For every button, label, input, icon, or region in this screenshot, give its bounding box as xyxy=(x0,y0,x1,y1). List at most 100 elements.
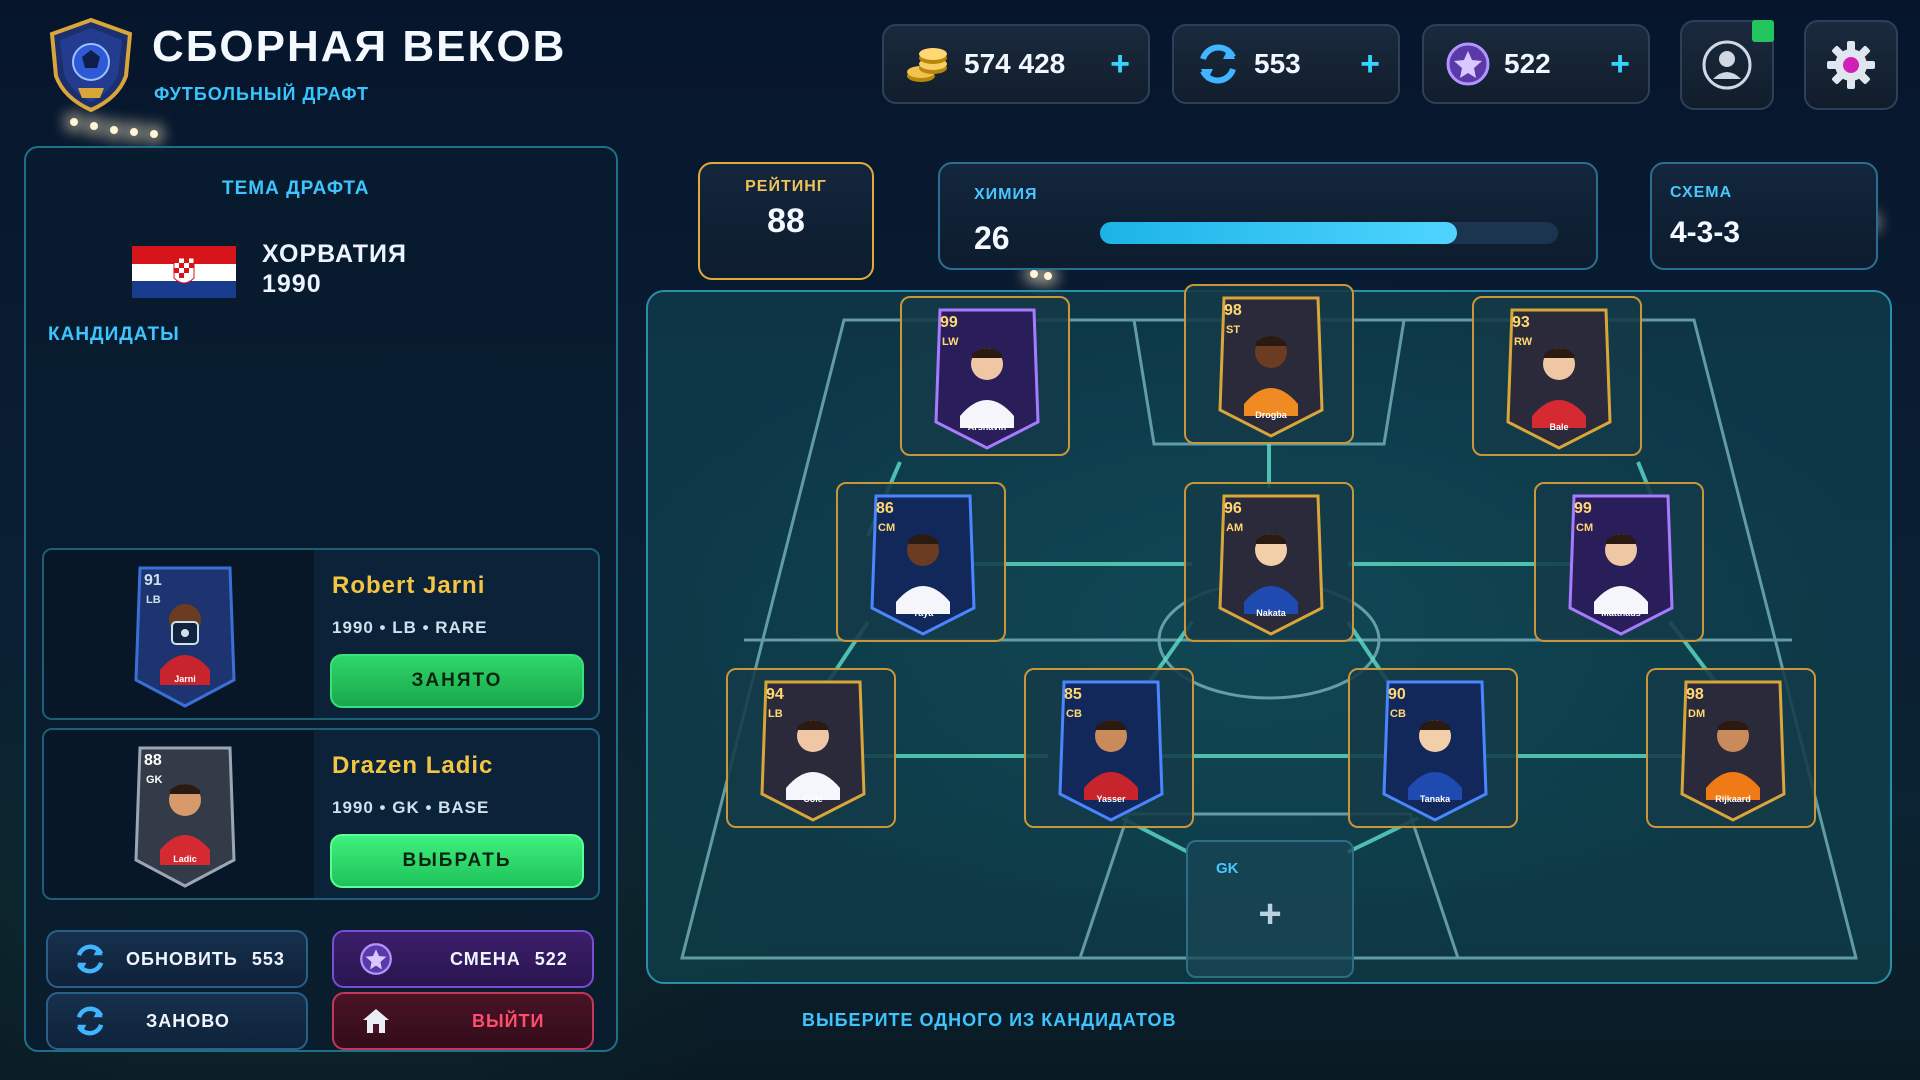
player-position: LB xyxy=(768,708,783,720)
candidate-card-position: LB xyxy=(146,594,161,606)
exit-label: ВЫЙТИ xyxy=(472,1010,545,1031)
player-rating: 99 xyxy=(1574,500,1592,517)
goalkeeper-slot[interactable]: GK + xyxy=(1186,840,1354,978)
player-name: Tanaka xyxy=(1419,794,1451,804)
player-slot-drogba[interactable]: 98 ST Drogba xyxy=(1184,284,1354,444)
star-token-counter[interactable]: 522 + xyxy=(1422,24,1650,104)
rating-value: 88 xyxy=(767,202,805,240)
add-goalkeeper-icon[interactable]: + xyxy=(1188,892,1352,937)
team-rating-box: РЕЙТИНГ 88 xyxy=(698,162,874,280)
chemistry-box: ХИМИЯ 26 xyxy=(938,162,1598,270)
candidate-card-position: GK xyxy=(146,774,163,786)
coins-icon xyxy=(902,38,954,90)
player-slot-arshavin[interactable]: 99 LW Arshavin xyxy=(900,296,1070,456)
player-name: Yasser xyxy=(1096,794,1126,804)
player-name: Rijkaard xyxy=(1715,794,1751,804)
player-rating: 99 xyxy=(940,314,958,331)
refresh-value: 553 xyxy=(1254,48,1301,79)
draft-theme-label: ТЕМА ДРАФТА xyxy=(222,178,370,199)
refresh-icon xyxy=(1192,38,1244,90)
star-token-icon xyxy=(358,941,394,977)
player-slot-tanaka[interactable]: 90 CB Tanaka xyxy=(1348,668,1518,828)
draft-country: ХОРВАТИЯ xyxy=(262,240,407,268)
croatia-flag-icon xyxy=(132,246,236,298)
player-rating: 98 xyxy=(1224,302,1242,319)
candidate-card-rating: 88 xyxy=(144,752,162,769)
gear-icon xyxy=(1827,41,1875,89)
chemistry-label: ХИМИЯ xyxy=(974,186,1038,203)
player-position: AM xyxy=(1226,522,1244,534)
notification-indicator xyxy=(1752,20,1774,42)
refresh-candidates-button[interactable]: ОБНОВИТЬ 553 xyxy=(46,930,308,988)
coins-value: 574 428 xyxy=(964,48,1066,79)
refresh-counter[interactable]: 553 + xyxy=(1172,24,1400,104)
add-refresh-button[interactable]: + xyxy=(1360,45,1380,84)
player-position: CB xyxy=(1390,708,1406,720)
player-position: CM xyxy=(1576,522,1594,534)
refresh-icon xyxy=(72,941,108,977)
player-slot-cole[interactable]: 94 LB Cole xyxy=(726,668,896,828)
player-name: Yaya xyxy=(912,608,934,618)
player-name: Cole xyxy=(803,794,823,804)
swap-button[interactable]: СМЕНА 522 xyxy=(332,930,594,988)
coins-counter[interactable]: 574 428 + xyxy=(882,24,1150,104)
candidate-art: 91 LB Jarni xyxy=(44,550,314,718)
candidate-meta: 1990 • LB • RARE xyxy=(332,618,488,637)
candidate-card[interactable]: 91 LB Jarni Robert Jarni 1990 • LB • RAR… xyxy=(42,548,600,720)
player-slot-matthaus[interactable]: 99 CM Matthaus xyxy=(1534,482,1704,642)
player-slot-rijkaard[interactable]: 98 DM Rijkaard xyxy=(1646,668,1816,828)
home-icon xyxy=(358,1003,394,1039)
player-slot-yasser[interactable]: 85 CB Yasser xyxy=(1024,668,1194,828)
candidate-art: 88 GK Ladic xyxy=(44,730,314,898)
player-position: CB xyxy=(1066,708,1082,720)
formation-value: 4-3-3 xyxy=(1670,216,1741,249)
player-slot-nakata[interactable]: 96 AM Nakata xyxy=(1184,482,1354,642)
game-logo xyxy=(48,17,134,113)
player-slot-bale[interactable]: 93 RW Bale xyxy=(1472,296,1642,456)
star-token-icon xyxy=(1442,38,1494,90)
player-rating: 96 xyxy=(1224,500,1242,517)
exit-button[interactable]: ВЫЙТИ xyxy=(332,992,594,1050)
player-position: ST xyxy=(1226,324,1241,336)
formation-label: СХЕМА xyxy=(1670,184,1733,201)
page-title: СБОРНАЯ ВЕКОВ xyxy=(152,22,567,71)
player-position: CM xyxy=(878,522,896,534)
player-position: LW xyxy=(942,336,959,348)
player-rating: 93 xyxy=(1512,314,1530,331)
profile-button[interactable] xyxy=(1680,20,1774,110)
candidate-card[interactable]: 88 GK Ladic Drazen Ladic 1990 • GK • BAS… xyxy=(42,728,600,900)
player-name: Drogba xyxy=(1255,410,1287,420)
player-position: DM xyxy=(1688,708,1706,720)
player-slot-yaya[interactable]: 86 CM Yaya xyxy=(836,482,1006,642)
star-token-value: 522 xyxy=(1504,48,1551,79)
restart-label: ЗАНОВО xyxy=(146,1010,230,1031)
formation-box[interactable]: СХЕМА 4-3-3 xyxy=(1650,162,1878,270)
swap-label: СМЕНА xyxy=(450,948,521,969)
player-name: Nakata xyxy=(1256,608,1286,618)
candidate-card-name: Ladic xyxy=(173,854,197,864)
trophy-ball-shield-icon xyxy=(49,17,133,113)
user-icon xyxy=(1702,40,1752,90)
chemistry-bar-fill xyxy=(1100,222,1458,244)
restart-button[interactable]: ЗАНОВО xyxy=(46,992,308,1050)
draft-year: 1990 xyxy=(262,270,322,298)
player-rating: 98 xyxy=(1686,686,1704,703)
select-button[interactable]: ВЫБРАТЬ xyxy=(330,834,584,888)
page-subtitle: ФУТБОЛЬНЫЙ ДРАФТ xyxy=(154,84,369,104)
add-star-token-button[interactable]: + xyxy=(1610,45,1630,84)
candidate-card-name: Jarni xyxy=(174,674,196,684)
chemistry-value: 26 xyxy=(974,220,1010,256)
settings-button[interactable] xyxy=(1804,20,1898,110)
player-name: Arshavin xyxy=(967,422,1007,432)
player-name: Bale xyxy=(1549,422,1569,432)
add-coins-button[interactable]: + xyxy=(1110,45,1130,84)
player-position: RW xyxy=(1514,336,1533,348)
taken-button[interactable]: ЗАНЯТО xyxy=(330,654,584,708)
player-rating: 86 xyxy=(876,500,894,517)
chemistry-bar xyxy=(1100,222,1558,244)
candidate-meta: 1990 • GK • BASE xyxy=(332,798,490,817)
refresh-count: 553 xyxy=(251,948,285,969)
candidate-name: Robert Jarni xyxy=(332,572,486,599)
refresh-icon xyxy=(72,1003,108,1039)
player-rating: 90 xyxy=(1388,686,1406,703)
